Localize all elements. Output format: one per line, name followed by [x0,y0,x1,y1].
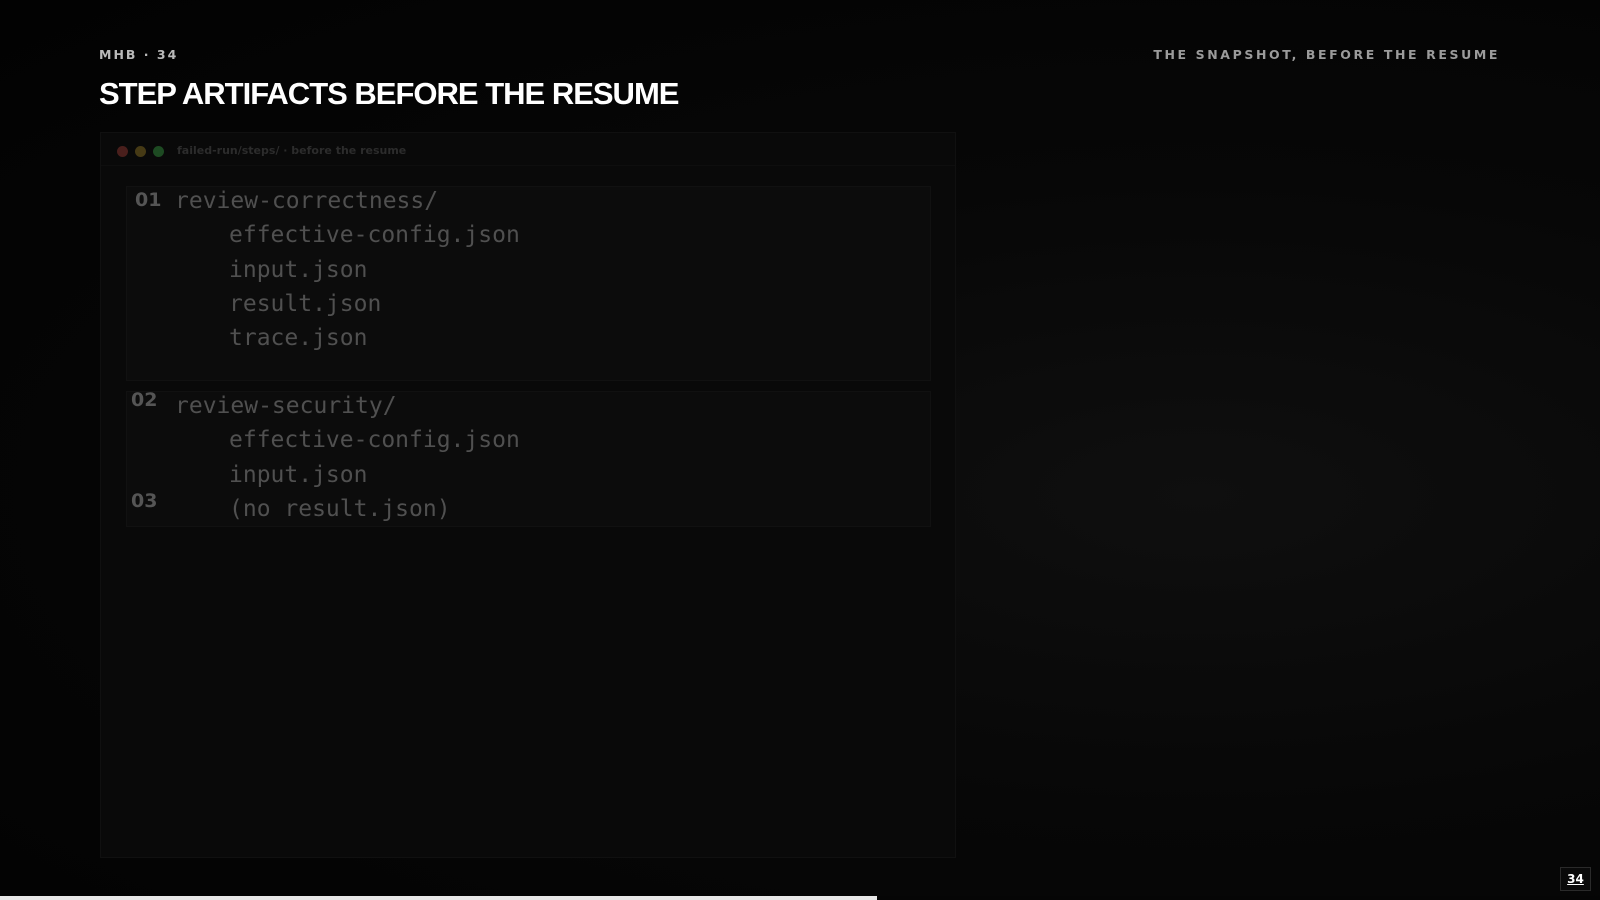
missing-result-note: (no result.json) [229,496,451,522]
slide-title: STEP ARTIFACTS BEFORE THE RESUME [99,76,679,111]
step-number-2: 02 [131,389,158,411]
file-item: effective-config.json [229,427,520,453]
section-label: THE SNAPSHOT, BEFORE THE RESUME [1153,47,1500,62]
window-label: failed-run/steps/ · before the resume [177,144,407,157]
file-item: input.json [229,462,368,488]
maximize-dot-icon [153,146,164,157]
minimize-dot-icon [135,146,146,157]
file-item: input.json [229,257,368,283]
close-dot-icon [117,146,128,157]
terminal-window: failed-run/steps/ · before the resume 01… [100,132,956,858]
dir-name-1: review-correctness/ [175,188,439,214]
page-number-badge[interactable]: 34 [1560,867,1591,891]
progress-bar [0,896,1600,900]
step-number-3: 03 [131,490,158,512]
window-titlebar: failed-run/steps/ · before the resume [101,133,955,166]
file-item: effective-config.json [229,222,520,248]
dir-name-2: review-security/ [175,393,397,419]
file-item: result.json [229,291,382,317]
slide-kicker: MHB · 34 [99,47,179,62]
progress-bar-fill [0,896,877,900]
file-item: trace.json [229,325,368,351]
step-number-1: 01 [135,189,162,211]
